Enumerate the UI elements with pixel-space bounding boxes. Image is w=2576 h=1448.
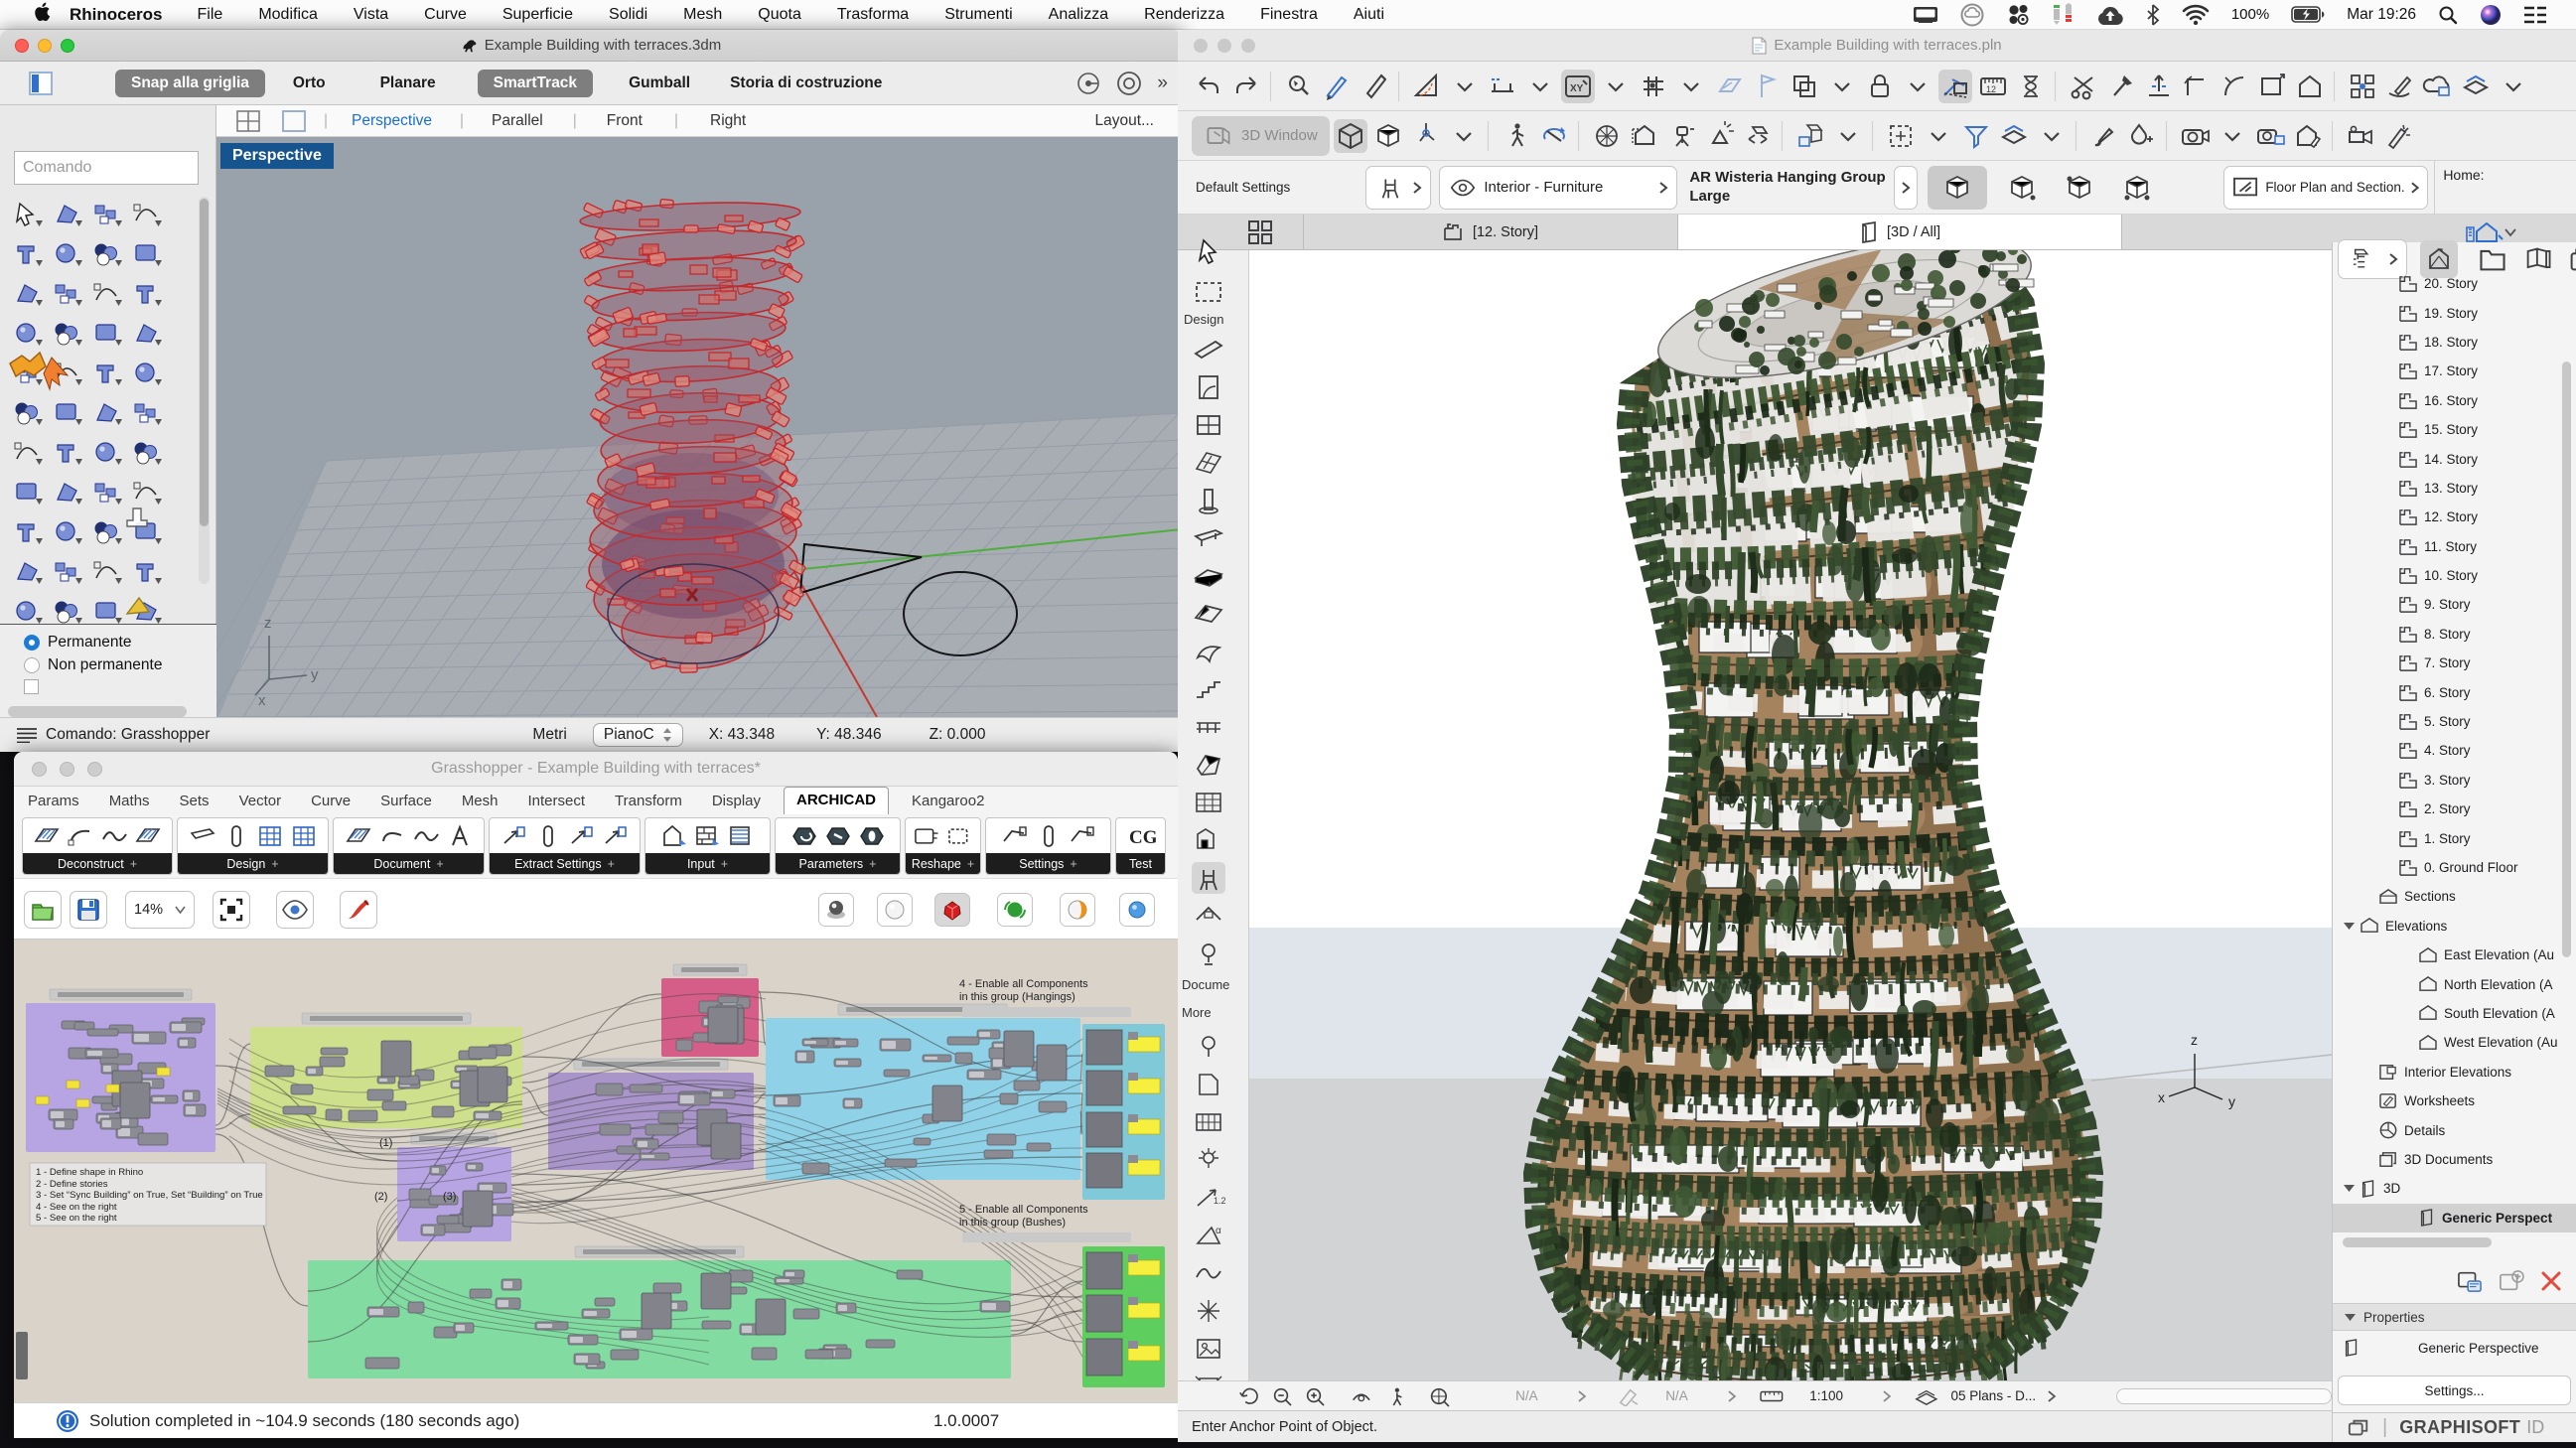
svg-text:x: x (2158, 1089, 2165, 1105)
svg-text:12: 12 (1986, 84, 1996, 94)
svg-text:(1): (1) (379, 1137, 392, 1149)
svg-text:(3): (3) (443, 1191, 456, 1203)
svg-text:4 - Enable all Components: 4 - Enable all Components (959, 978, 1088, 990)
svg-text:(2): (2) (374, 1191, 387, 1203)
svg-text:CG: CG (1129, 827, 1156, 848)
svg-text:α: α (1216, 1226, 1221, 1236)
svg-text:x: x (258, 692, 266, 709)
svg-text:1 - Define shape in Rhino: 1 - Define shape in Rhino (36, 1167, 143, 1178)
svg-text:XY: XY (1570, 83, 1584, 94)
svg-text:1.2: 1.2 (1214, 1196, 1225, 1206)
svg-text:5 - Enable all Components: 5 - Enable all Components (959, 1204, 1088, 1216)
svg-text:z: z (264, 615, 272, 632)
svg-text:4 - See on the right: 4 - See on the right (36, 1202, 117, 1213)
svg-text:in this group (Hangings): in this group (Hangings) (959, 991, 1075, 1003)
svg-text:5 - See on the right: 5 - See on the right (36, 1213, 117, 1224)
svg-text:y: y (2228, 1093, 2235, 1109)
svg-text:2 - Define stories: 2 - Define stories (36, 1179, 108, 1190)
svg-text:z: z (2191, 1032, 2198, 1048)
svg-text:in this group (Bushes): in this group (Bushes) (959, 1217, 1066, 1229)
svg-text:3 - Set “Sync Building” on Tru: 3 - Set “Sync Building” on True, Set “Bu… (36, 1190, 263, 1201)
svg-text:y: y (311, 666, 319, 683)
